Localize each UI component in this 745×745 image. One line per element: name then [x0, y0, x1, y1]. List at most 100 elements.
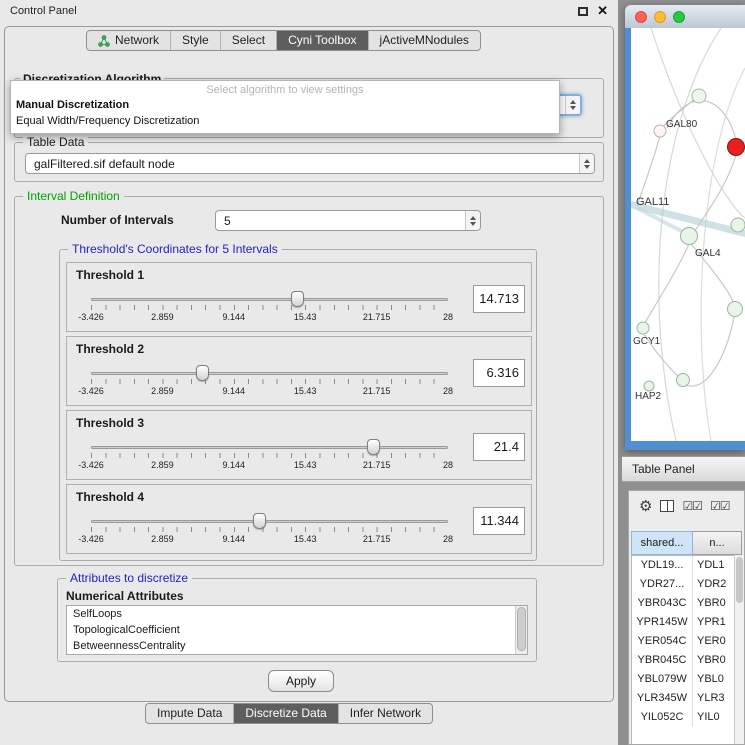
- slider-track[interactable]: [91, 446, 448, 449]
- float-window-icon[interactable]: [578, 7, 588, 16]
- tab-label: jActiveMNodules: [380, 31, 469, 50]
- tab-impute-data[interactable]: Impute Data: [146, 704, 233, 723]
- slider-track[interactable]: [91, 520, 448, 523]
- control-panel-titlebar: Control Panel ✕: [0, 0, 618, 22]
- tab-cyni-toolbox[interactable]: Cyni Toolbox: [276, 31, 367, 50]
- threshold-2-value-field[interactable]: 6.316: [473, 359, 525, 387]
- zoom-traffic-light-icon[interactable]: [673, 11, 685, 23]
- close-traffic-light-icon[interactable]: [635, 11, 647, 23]
- interval-definition-group: Interval Definition Number of Intervals …: [14, 196, 604, 566]
- apply-button[interactable]: Apply: [268, 670, 334, 692]
- network-window-titlebar[interactable]: [625, 5, 745, 28]
- tab-network[interactable]: Network: [87, 31, 170, 50]
- network-node-hap2[interactable]: [677, 374, 690, 387]
- number-of-intervals-combobox[interactable]: 5: [215, 210, 481, 231]
- list-item[interactable]: SelfLoops: [67, 606, 527, 622]
- tab-infer-network[interactable]: Infer Network: [338, 704, 432, 723]
- column-selector-icon[interactable]: [660, 500, 674, 512]
- threshold-4-slider[interactable]: -3.426 2.859 9.144 15.43 21.715 28: [91, 511, 448, 549]
- tab-discretize-data[interactable]: Discretize Data: [233, 704, 337, 723]
- network-node-gal80[interactable]: [654, 125, 666, 137]
- threshold-3-label: Threshold 3: [76, 416, 144, 430]
- network-graph: GAL80 GAL11 GAL4 GCY1 HAP2: [631, 28, 745, 441]
- stepper-icon: [579, 154, 594, 173]
- tab-select[interactable]: Select: [220, 31, 276, 50]
- slider-ticks: [91, 453, 448, 458]
- slider-tick-labels: -3.426 2.859 9.144 15.43 21.715 28: [91, 312, 448, 323]
- table-data-value: galFiltered.sif default node: [34, 157, 175, 171]
- table-data-group-label: Table Data: [23, 135, 88, 149]
- tab-jactivemnodules[interactable]: jActiveMNodules: [368, 31, 480, 50]
- network-node[interactable]: [731, 218, 745, 232]
- threshold-1-value-field[interactable]: 14.713: [473, 285, 525, 313]
- window-title: Control Panel: [10, 5, 77, 17]
- scrollbar[interactable]: [734, 555, 744, 744]
- minimize-traffic-light-icon[interactable]: [654, 11, 666, 23]
- thresholds-group: Threshold's Coordinates for 5 Intervals …: [59, 249, 537, 561]
- top-tabstrip: Network Style Select Cyni Toolbox jActiv…: [86, 30, 481, 51]
- table-row[interactable]: YER054CYER0: [632, 632, 741, 651]
- tab-style[interactable]: Style: [170, 31, 220, 50]
- slider-ticks: [91, 379, 448, 384]
- network-node[interactable]: [728, 302, 743, 317]
- table-row[interactable]: YPR145WYPR1: [632, 613, 741, 632]
- slider-handle[interactable]: [291, 291, 304, 307]
- scrollbar-thumb[interactable]: [517, 607, 526, 651]
- slider-tick-labels: -3.426 2.859 9.144 15.43 21.715 28: [91, 386, 448, 397]
- numerical-attributes-label: Numerical Attributes: [66, 589, 184, 603]
- network-canvas[interactable]: GAL80 GAL11 GAL4 GCY1 HAP2: [631, 28, 745, 441]
- list-item[interactable]: BetweennessCentrality: [67, 638, 527, 654]
- close-icon[interactable]: ✕: [597, 5, 608, 17]
- table-header-row: shared... n...: [631, 531, 742, 555]
- select-none-checkboxes-icon[interactable]: ☑☑: [710, 500, 730, 512]
- tab-label: Impute Data: [157, 704, 222, 723]
- table-row[interactable]: YDR27...YDR2: [632, 575, 741, 594]
- node-label: GAL4: [695, 248, 721, 259]
- network-node[interactable]: [692, 89, 706, 103]
- table-row[interactable]: YLR345WYLR3: [632, 689, 741, 708]
- table-row[interactable]: YBL079WYBL0: [632, 670, 741, 689]
- network-node-gal4[interactable]: [681, 228, 698, 245]
- node-label: GCY1: [633, 336, 661, 347]
- slider-ticks: [91, 305, 448, 310]
- node-label: HAP2: [635, 391, 662, 402]
- column-header-name[interactable]: n...: [693, 531, 742, 555]
- slider-track[interactable]: [91, 298, 448, 301]
- slider-track[interactable]: [91, 372, 448, 375]
- control-panel-window: Control Panel ✕ Network Style Select: [0, 0, 618, 745]
- table-toolbar: ⚙ ☑☑ ☑☑: [629, 491, 744, 521]
- threshold-1-slider[interactable]: -3.426 2.859 9.144 15.43 21.715 28: [91, 289, 448, 327]
- numerical-attributes-list[interactable]: SelfLoops TopologicalCoefficient Between…: [66, 605, 528, 655]
- threshold-4-value-field[interactable]: 11.344: [473, 507, 525, 535]
- scrollbar[interactable]: [515, 606, 527, 654]
- select-all-checkboxes-icon[interactable]: ☑☑: [682, 500, 702, 512]
- slider-tick-labels: -3.426 2.859 9.144 15.43 21.715 28: [91, 460, 448, 471]
- stepper-icon: [465, 211, 480, 230]
- tab-label: Network: [115, 31, 159, 50]
- network-icon: [98, 35, 110, 47]
- threshold-2-slider[interactable]: -3.426 2.859 9.144 15.43 21.715 28: [91, 363, 448, 401]
- threshold-3-box: Threshold 3 -3.426 2.859 9.144 15.43 21.…: [66, 410, 532, 480]
- threshold-3-value-field[interactable]: 21.4: [473, 433, 525, 461]
- network-node-gcy1[interactable]: [637, 322, 649, 334]
- table-row[interactable]: YIL052CYIL0: [632, 708, 741, 727]
- table-row[interactable]: YDL19...YDL1: [632, 556, 741, 575]
- slider-handle[interactable]: [367, 439, 380, 455]
- dropdown-option-manual-discretization[interactable]: Manual Discretization: [11, 97, 559, 113]
- table-row[interactable]: YBR045CYBR0: [632, 651, 741, 670]
- number-of-intervals-label: Number of Intervals: [61, 213, 174, 227]
- gear-icon[interactable]: ⚙: [639, 499, 652, 514]
- slider-handle[interactable]: [253, 513, 266, 529]
- threshold-3-slider[interactable]: -3.426 2.859 9.144 15.43 21.715 28: [91, 437, 448, 475]
- list-item[interactable]: TopologicalCoefficient: [67, 622, 527, 638]
- tab-label: Infer Network: [350, 704, 421, 723]
- dropdown-option-equal-width[interactable]: Equal Width/Frequency Discretization: [11, 113, 559, 129]
- column-header-shared-name[interactable]: shared...: [631, 531, 693, 555]
- table-row[interactable]: YBR043CYBR0: [632, 594, 741, 613]
- scrollbar-thumb[interactable]: [736, 557, 743, 603]
- network-node-selected-red[interactable]: [728, 139, 745, 156]
- threshold-1-box: Threshold 1 -3.426 2.859 9.144 15.43 21.…: [66, 262, 532, 332]
- slider-handle[interactable]: [196, 365, 209, 381]
- table-data-combobox[interactable]: galFiltered.sif default node: [25, 153, 595, 174]
- network-node[interactable]: [644, 381, 654, 391]
